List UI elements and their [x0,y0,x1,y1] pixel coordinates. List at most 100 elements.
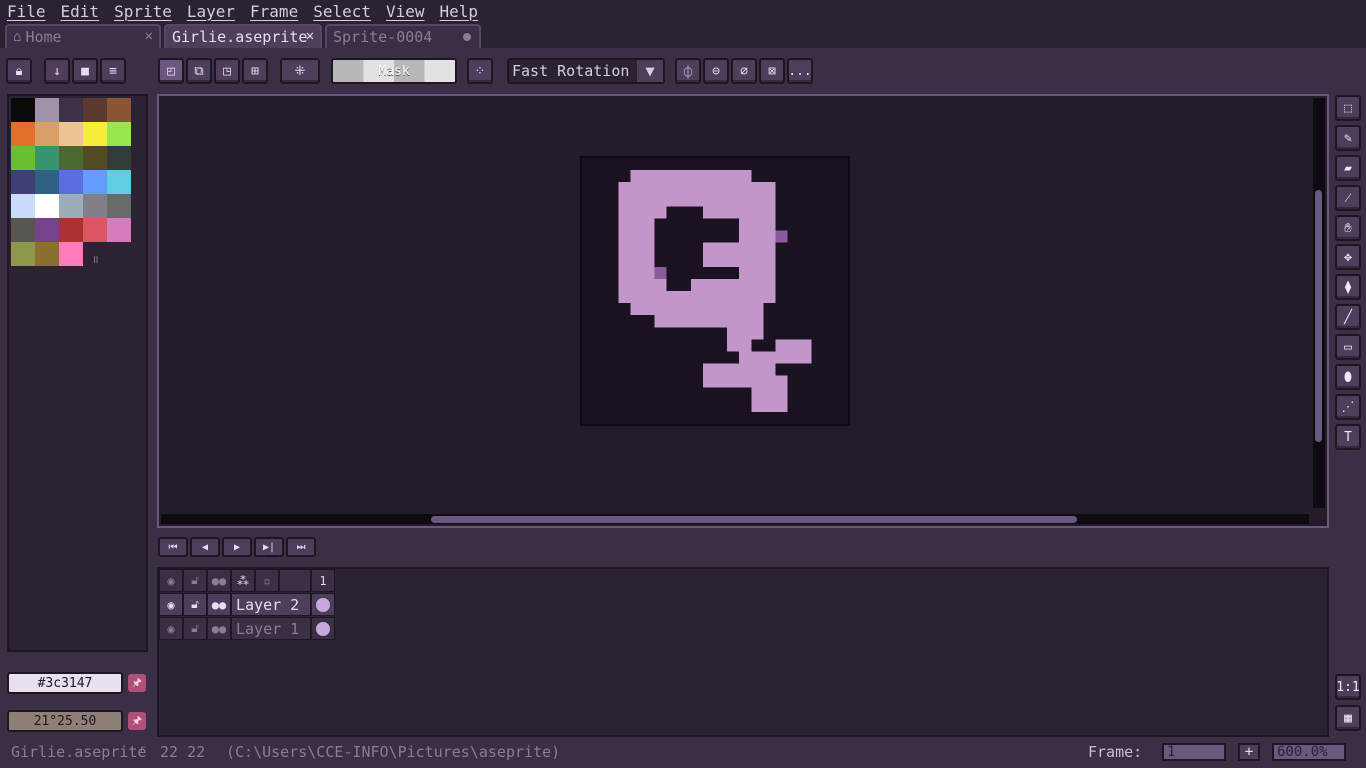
menu-layer[interactable]: Layer [180,2,243,21]
palette-swatch[interactable] [11,242,35,266]
add-frame-button[interactable]: + [1238,743,1260,761]
palette-swatch[interactable] [107,218,131,242]
blur-icon[interactable]: ⋰ [1335,394,1361,420]
palette-swatch[interactable] [11,194,35,218]
pixel-connectedness-icon[interactable]: ⁜ [280,58,320,84]
palette-swatch[interactable] [11,98,35,122]
move-icon[interactable]: ✥ [1335,244,1361,270]
palette-swatch[interactable] [83,146,107,170]
palette-swatch[interactable] [11,218,35,242]
close-icon[interactable]: ✕ [306,28,314,44]
menu-lines-icon[interactable]: ≡ [100,58,126,84]
palette-swatch[interactable] [11,170,35,194]
menu-help[interactable]: Help [433,2,487,21]
layer-name-1[interactable]: Layer 1 [231,617,311,640]
palette-swatch[interactable] [35,242,59,266]
palette-swatch[interactable] [107,146,131,170]
palette-swatch[interactable] [35,122,59,146]
flip-vertical-icon[interactable]: ⊖ [703,58,729,84]
eyedropper-icon[interactable]: ⁄ [1335,185,1361,211]
menu-view[interactable]: View [379,2,433,21]
unsaved-dot-icon[interactable] [463,33,471,41]
last-frame-icon[interactable]: ⏭ [286,537,316,557]
more-button[interactable]: ... [787,58,813,84]
palette-swatch[interactable] [107,98,131,122]
menu-edit[interactable]: Edit [54,2,108,21]
chevron-down-icon[interactable]: ▼ [637,60,663,82]
menu-file[interactable]: File [0,2,54,21]
pivot-icon[interactable]: ⁘ [467,58,493,84]
frame-input[interactable]: 1 [1162,743,1226,761]
palette-swatch[interactable] [35,146,59,170]
marquee-icon[interactable]: ⬚ [1335,95,1361,121]
no-pivot-icon[interactable]: ∅ [731,58,757,84]
palette-swatch[interactable] [11,122,35,146]
play-icon[interactable]: ▶ [222,537,252,557]
tab-sprite-0004[interactable]: Sprite-0004 [325,24,481,48]
menu-sprite[interactable]: Sprite [107,2,180,21]
frame-header[interactable]: 1 [311,569,335,592]
selection-intersect-icon[interactable]: ⊞ [242,58,268,84]
arrow-down-icon[interactable]: ↓ [44,58,70,84]
text-icon[interactable]: T [1335,424,1361,450]
timeline-toggle-icon[interactable]: ▦ [1335,705,1361,731]
hand-icon[interactable]: ✋︎ [1335,215,1361,241]
close-icon[interactable]: ✕ [145,28,153,44]
palette-swatch[interactable] [83,218,107,242]
palette-swatch[interactable] [107,194,131,218]
lock-header-icon[interactable]: 🔓︎ [183,569,207,592]
layer-tree-icon[interactable]: ⁂ [231,569,255,592]
first-frame-icon[interactable]: ⏮ [158,537,188,557]
menu-select[interactable]: Select [306,2,379,21]
paint-bucket-icon[interactable]: ⧫ [1335,274,1361,300]
lock-open-icon[interactable]: 🔓︎ [183,617,207,640]
continuous-icon[interactable]: ●● [207,593,231,616]
frame-cell[interactable] [311,617,335,640]
lock-open-icon[interactable]: 🔓︎ [183,593,207,616]
rotation-algorithm-select[interactable]: Fast Rotation ▼ [507,58,665,84]
visibility-eye-icon[interactable]: ◉ [159,593,183,616]
no-selection-icon[interactable]: ⊠ [759,58,785,84]
background-color-box[interactable]: 21°25.50 [7,710,123,732]
onion-skin-icon[interactable]: ▫ [255,569,279,592]
palette-swatch[interactable] [59,242,83,266]
palette-swatch[interactable] [35,170,59,194]
horizontal-scroll-thumb[interactable] [431,516,1077,523]
palette-swatch[interactable] [59,122,83,146]
palette-swatch[interactable] [107,170,131,194]
vertical-scrollbar[interactable] [1313,98,1325,508]
palette-swatch[interactable] [107,122,131,146]
previous-frame-icon[interactable]: ◀ [190,537,220,557]
palette-swatch[interactable] [11,146,35,170]
vertical-scroll-thumb[interactable] [1315,190,1322,442]
palette-swatch[interactable] [59,218,83,242]
zoom-input[interactable]: 600.0% [1272,743,1346,761]
line-icon[interactable]: ╱ [1335,304,1361,330]
tab-home[interactable]: ⌂ Home ✕ [5,24,161,48]
foreground-color-box[interactable]: #3c3147 [7,672,123,694]
palette-swatch[interactable] [83,170,107,194]
sprite-canvas[interactable] [580,156,850,426]
contour-icon[interactable]: ⬮ [1335,364,1361,390]
palette-swatch[interactable] [35,218,59,242]
frame-cell[interactable] [311,593,335,616]
tab-girlie[interactable]: Girlie.aseprite ✕ [164,24,322,48]
save-palette-icon[interactable]: ■ [72,58,98,84]
menu-frame[interactable]: Frame [243,2,306,21]
continuous-header-icon[interactable]: ●● [207,569,231,592]
flip-horizontal-icon[interactable]: ⏀ [675,58,701,84]
palette-swatch[interactable] [83,98,107,122]
visibility-header-icon[interactable]: ◉ [159,569,183,592]
palette-swatch[interactable] [59,98,83,122]
palette-swatch[interactable] [35,98,59,122]
eyedropper-icon[interactable]: 🖈 [128,712,146,730]
canvas-editor[interactable] [157,94,1329,528]
lock-icon[interactable]: 🔒︎ [6,58,32,84]
rectangle-icon[interactable]: ▭ [1335,334,1361,360]
palette-swatch[interactable] [59,170,83,194]
palette-swatch[interactable] [59,194,83,218]
palette-swatch[interactable] [59,146,83,170]
zoom-1-1-button[interactable]: 1:1 [1335,674,1361,700]
visibility-eye-icon[interactable]: ◉ [159,617,183,640]
palette-resize-handle[interactable]: ॥ [92,252,99,267]
